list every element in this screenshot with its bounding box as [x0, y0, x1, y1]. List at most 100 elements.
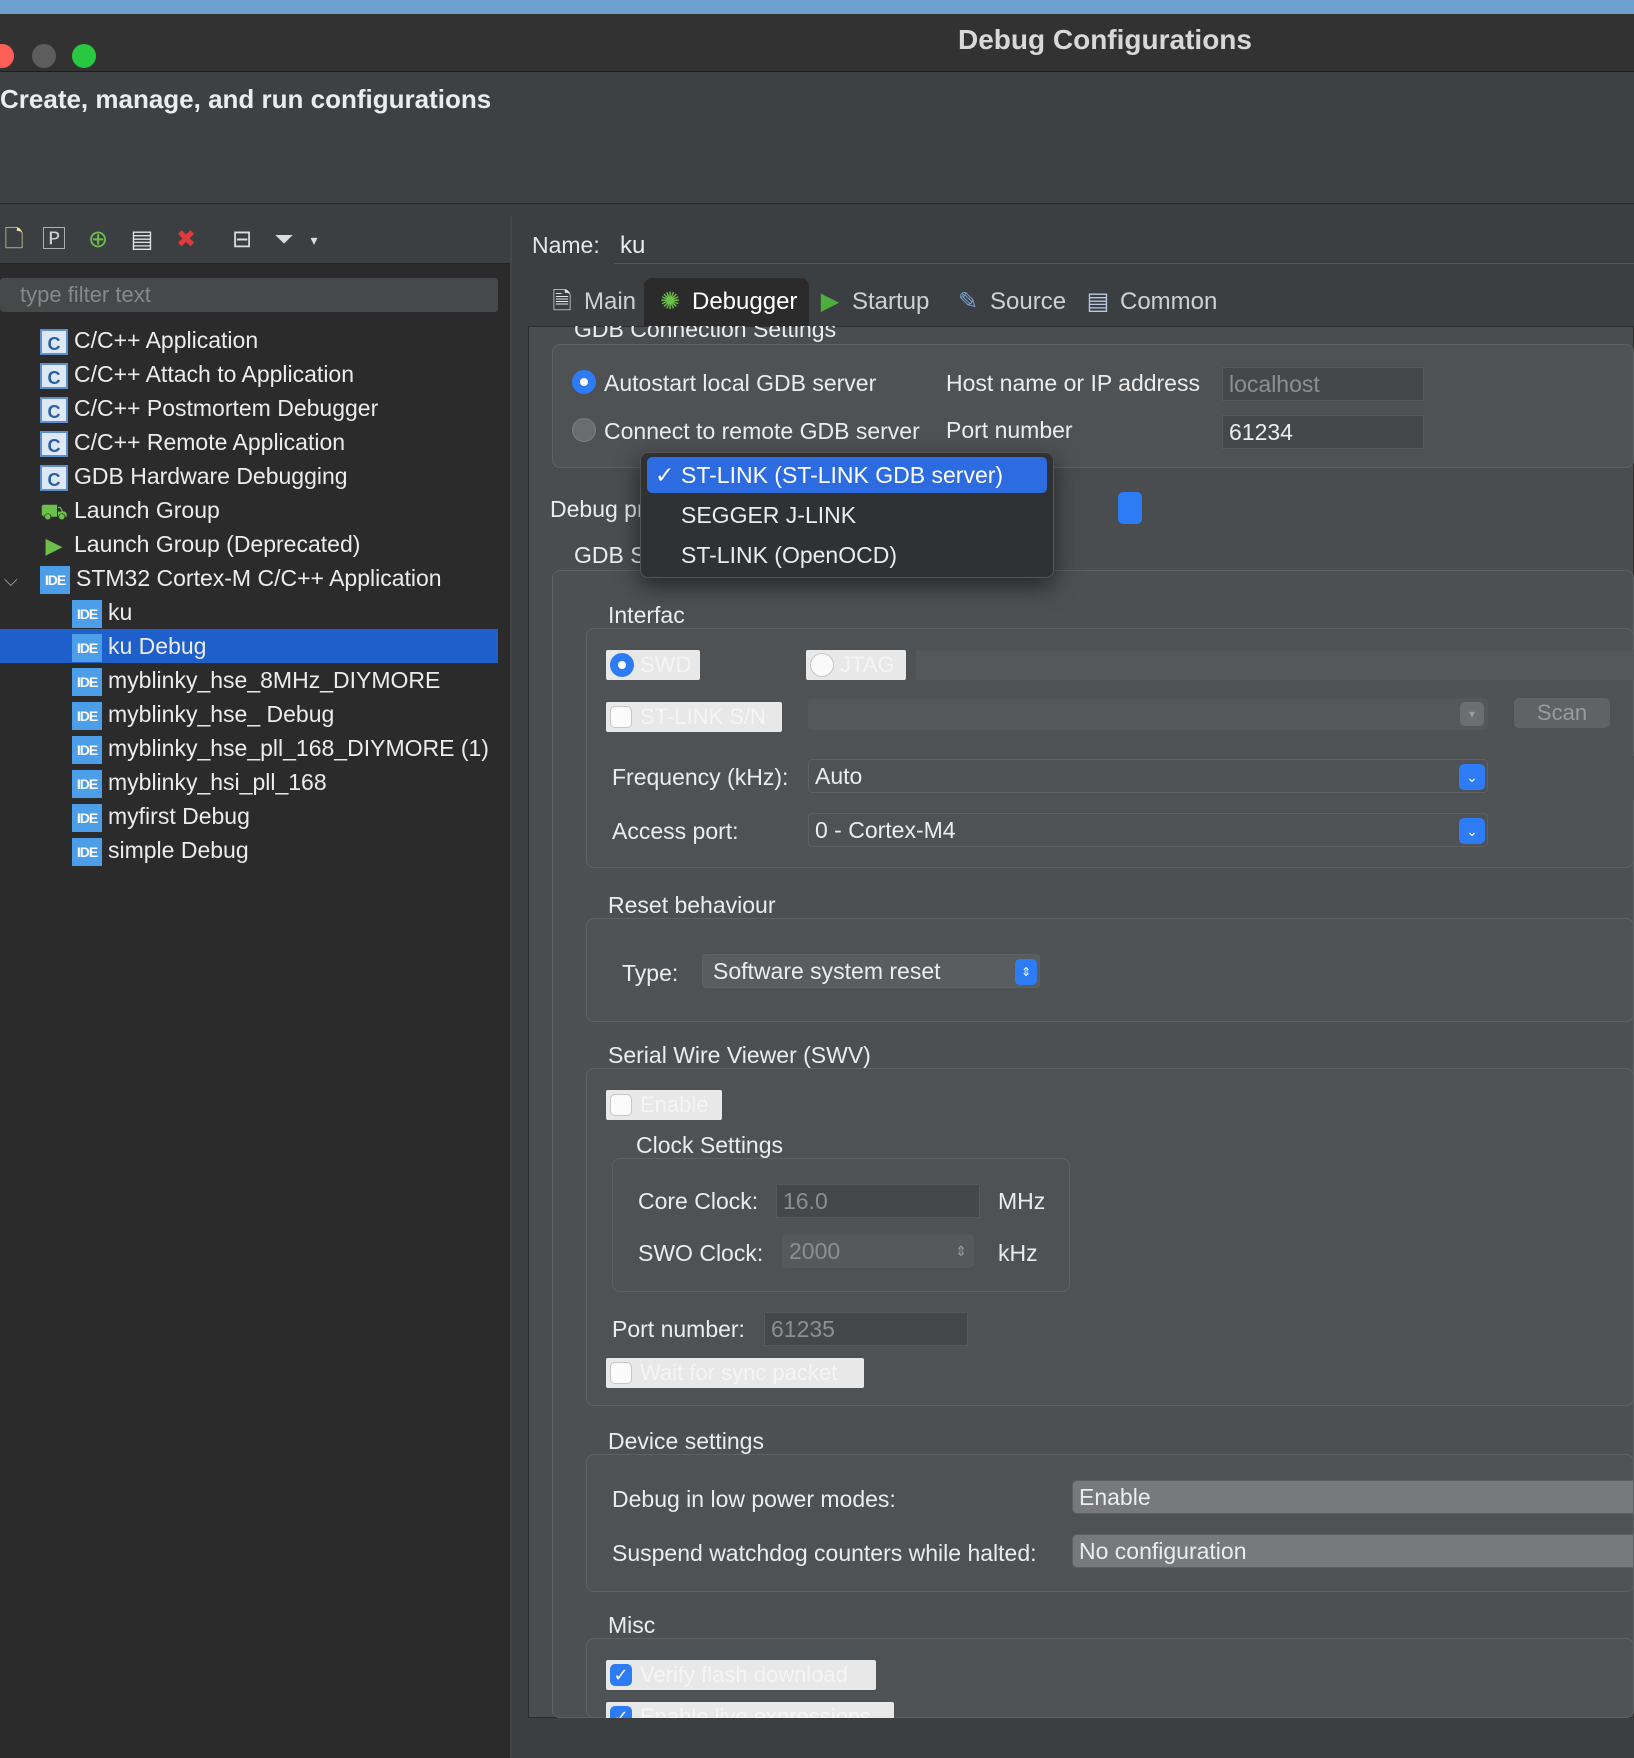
export-icon[interactable]: ⊕: [84, 226, 112, 254]
autostart-radio[interactable]: [572, 370, 596, 394]
ide-icon: IDE: [72, 735, 102, 764]
tree-item[interactable]: C GDB Hardware Debugging: [40, 459, 348, 493]
tree-item[interactable]: C C/C++ Application: [40, 323, 258, 357]
stlink-sn-checkbox[interactable]: ST-LINK S/N: [606, 702, 782, 732]
misc-title: Misc: [608, 1612, 656, 1638]
core-clock-label: Core Clock:: [638, 1188, 759, 1214]
swo-clock-spinner[interactable]: 2000 ⇕: [782, 1234, 974, 1268]
name-label: Name:: [532, 232, 600, 258]
clock-settings-title: Clock Settings: [636, 1132, 784, 1158]
duplicate-icon[interactable]: ▤: [128, 226, 156, 254]
source-icon: ✎: [957, 288, 979, 315]
swv-enable-checkbox[interactable]: Enable: [606, 1090, 722, 1120]
frequency-spacer: [1504, 756, 1634, 800]
tree-item[interactable]: IDE myblinky_hse_pll_168_DIYMORE (1): [72, 731, 489, 765]
interface-spacer: [916, 650, 1634, 680]
checkmark-icon: ✓: [610, 1664, 632, 1686]
filter-icon[interactable]: ⏷: [270, 226, 298, 254]
updown-chevron-icon[interactable]: ⇕: [955, 1235, 967, 1267]
probe-option-stlink-gdb[interactable]: ✓ ST-LINK (ST-LINK GDB server): [647, 457, 1047, 493]
reset-title: Reset behaviour: [608, 892, 776, 918]
ide-icon: IDE: [72, 803, 102, 832]
tree-item[interactable]: ⛟ Launch Group: [40, 493, 220, 527]
window-title: Debug Configurations: [958, 24, 1252, 55]
tree-item[interactable]: C C/C++ Postmortem Debugger: [40, 391, 378, 425]
port-input[interactable]: 61234: [1222, 415, 1424, 449]
tree-item[interactable]: IDE simple Debug: [72, 833, 249, 867]
c-icon: C: [40, 430, 68, 457]
port-label: Port number: [946, 417, 1073, 443]
tab-common[interactable]: ▤ Common: [1072, 278, 1229, 326]
bug-icon: ✺: [659, 288, 681, 315]
autostart-label: Autostart local GDB server: [604, 370, 877, 396]
host-input[interactable]: localhost: [1222, 367, 1424, 401]
chevron-down-icon: ⌄: [1459, 818, 1485, 844]
watchdog-select[interactable]: No configuration: [1072, 1534, 1634, 1568]
ide-icon: IDE: [72, 633, 102, 662]
device-settings-title: Device settings: [608, 1428, 764, 1454]
tree-item[interactable]: C C/C++ Attach to Application: [40, 357, 354, 391]
delete-icon[interactable]: ✖: [172, 226, 200, 254]
tree-item[interactable]: ▶ Launch Group (Deprecated): [40, 527, 361, 561]
collapse-all-icon[interactable]: ⊟: [228, 226, 256, 254]
core-clock-input[interactable]: 16.0: [776, 1184, 980, 1218]
probe-option-openocd[interactable]: ST-LINK (OpenOCD): [647, 537, 1047, 573]
jtag-option[interactable]: JTAG: [806, 650, 906, 680]
swv-port-input[interactable]: 61235: [764, 1312, 968, 1346]
swv-port-label: Port number:: [612, 1316, 745, 1342]
new-prototype-icon[interactable]: 🄿: [40, 226, 68, 254]
new-configuration-icon[interactable]: 🗋: [0, 226, 28, 254]
live-expressions-clip: ✓ Enable live expressions: [606, 1702, 894, 1718]
tree-item[interactable]: IDE ku: [72, 595, 132, 629]
c-icon: C: [40, 328, 68, 355]
c-icon: C: [40, 396, 68, 423]
probe-option-jlink[interactable]: SEGGER J-LINK: [647, 497, 1047, 533]
remote-label: Connect to remote GDB server: [604, 418, 920, 444]
frequency-combo[interactable]: Auto ⌄: [808, 759, 1488, 793]
tree-item[interactable]: IDE myfirst Debug: [72, 799, 250, 833]
gdb-connection-group: [552, 344, 1634, 468]
ide-icon: IDE: [72, 599, 102, 628]
access-port-combo[interactable]: 0 - Cortex-M4 ⌄: [808, 813, 1488, 847]
ide-icon: IDE: [72, 837, 102, 866]
reset-type-label: Type:: [622, 960, 679, 986]
swv-title: Serial Wire Viewer (SWV): [608, 1042, 871, 1068]
debug-probe-combo-arrow[interactable]: [1118, 492, 1142, 524]
tab-debugger[interactable]: ✺ Debugger: [644, 278, 810, 326]
c-icon: C: [40, 464, 68, 491]
tab-startup[interactable]: ▶ Startup: [804, 278, 941, 326]
scan-button[interactable]: Scan: [1514, 698, 1610, 728]
tree-item[interactable]: C C/C++ Remote Application: [40, 425, 345, 459]
core-clock-unit: MHz: [998, 1188, 1046, 1214]
filter-menu-chevron-icon[interactable]: ▾: [300, 226, 328, 254]
low-power-select[interactable]: Enable: [1072, 1480, 1634, 1514]
filter-input[interactable]: type filter text: [0, 278, 498, 312]
device-settings-group: [586, 1454, 1634, 1592]
live-expressions-checkbox[interactable]: ✓ Enable live expressions: [606, 1702, 894, 1718]
play-icon: ▶: [820, 288, 840, 315]
checkmark-icon: ✓: [610, 1706, 632, 1718]
tree-item[interactable]: IDE myblinky_hse_8MHz_DIYMORE: [72, 663, 440, 697]
tree-item-selected[interactable]: IDE ku Debug: [0, 629, 498, 663]
chevron-down-icon: ⌄: [1459, 764, 1485, 790]
swd-option[interactable]: SWD: [606, 650, 700, 680]
tree-item[interactable]: IDE myblinky_hse_ Debug: [72, 697, 334, 731]
reset-type-select[interactable]: Software system reset ⇕: [702, 954, 1040, 988]
verify-flash-checkbox[interactable]: ✓ Verify flash download: [606, 1660, 876, 1690]
tree-item[interactable]: IDE myblinky_hsi_pll_168: [72, 765, 327, 799]
stlink-sn-combo[interactable]: ▾: [808, 698, 1488, 730]
desktop-strip: [0, 0, 1634, 14]
document-icon: 🗎: [552, 288, 572, 315]
low-power-label: Debug in low power modes:: [612, 1486, 896, 1512]
remote-radio[interactable]: [572, 418, 596, 442]
name-input[interactable]: ku: [614, 228, 1634, 264]
ide-icon: IDE: [72, 667, 102, 696]
clock-settings-group: [612, 1158, 1070, 1292]
host-label: Host name or IP address: [946, 370, 1200, 396]
chevron-down-icon: ▾: [1460, 702, 1484, 726]
wait-sync-checkbox[interactable]: Wait for sync packet: [606, 1358, 864, 1388]
chevron-down-icon[interactable]: ⌵: [4, 563, 40, 597]
tab-source[interactable]: ✎ Source: [942, 278, 1078, 326]
tab-main[interactable]: 🗎 Main: [536, 278, 648, 326]
tree-item-expanded[interactable]: ⌵ IDE STM32 Cortex-M C/C++ Application: [4, 561, 442, 595]
